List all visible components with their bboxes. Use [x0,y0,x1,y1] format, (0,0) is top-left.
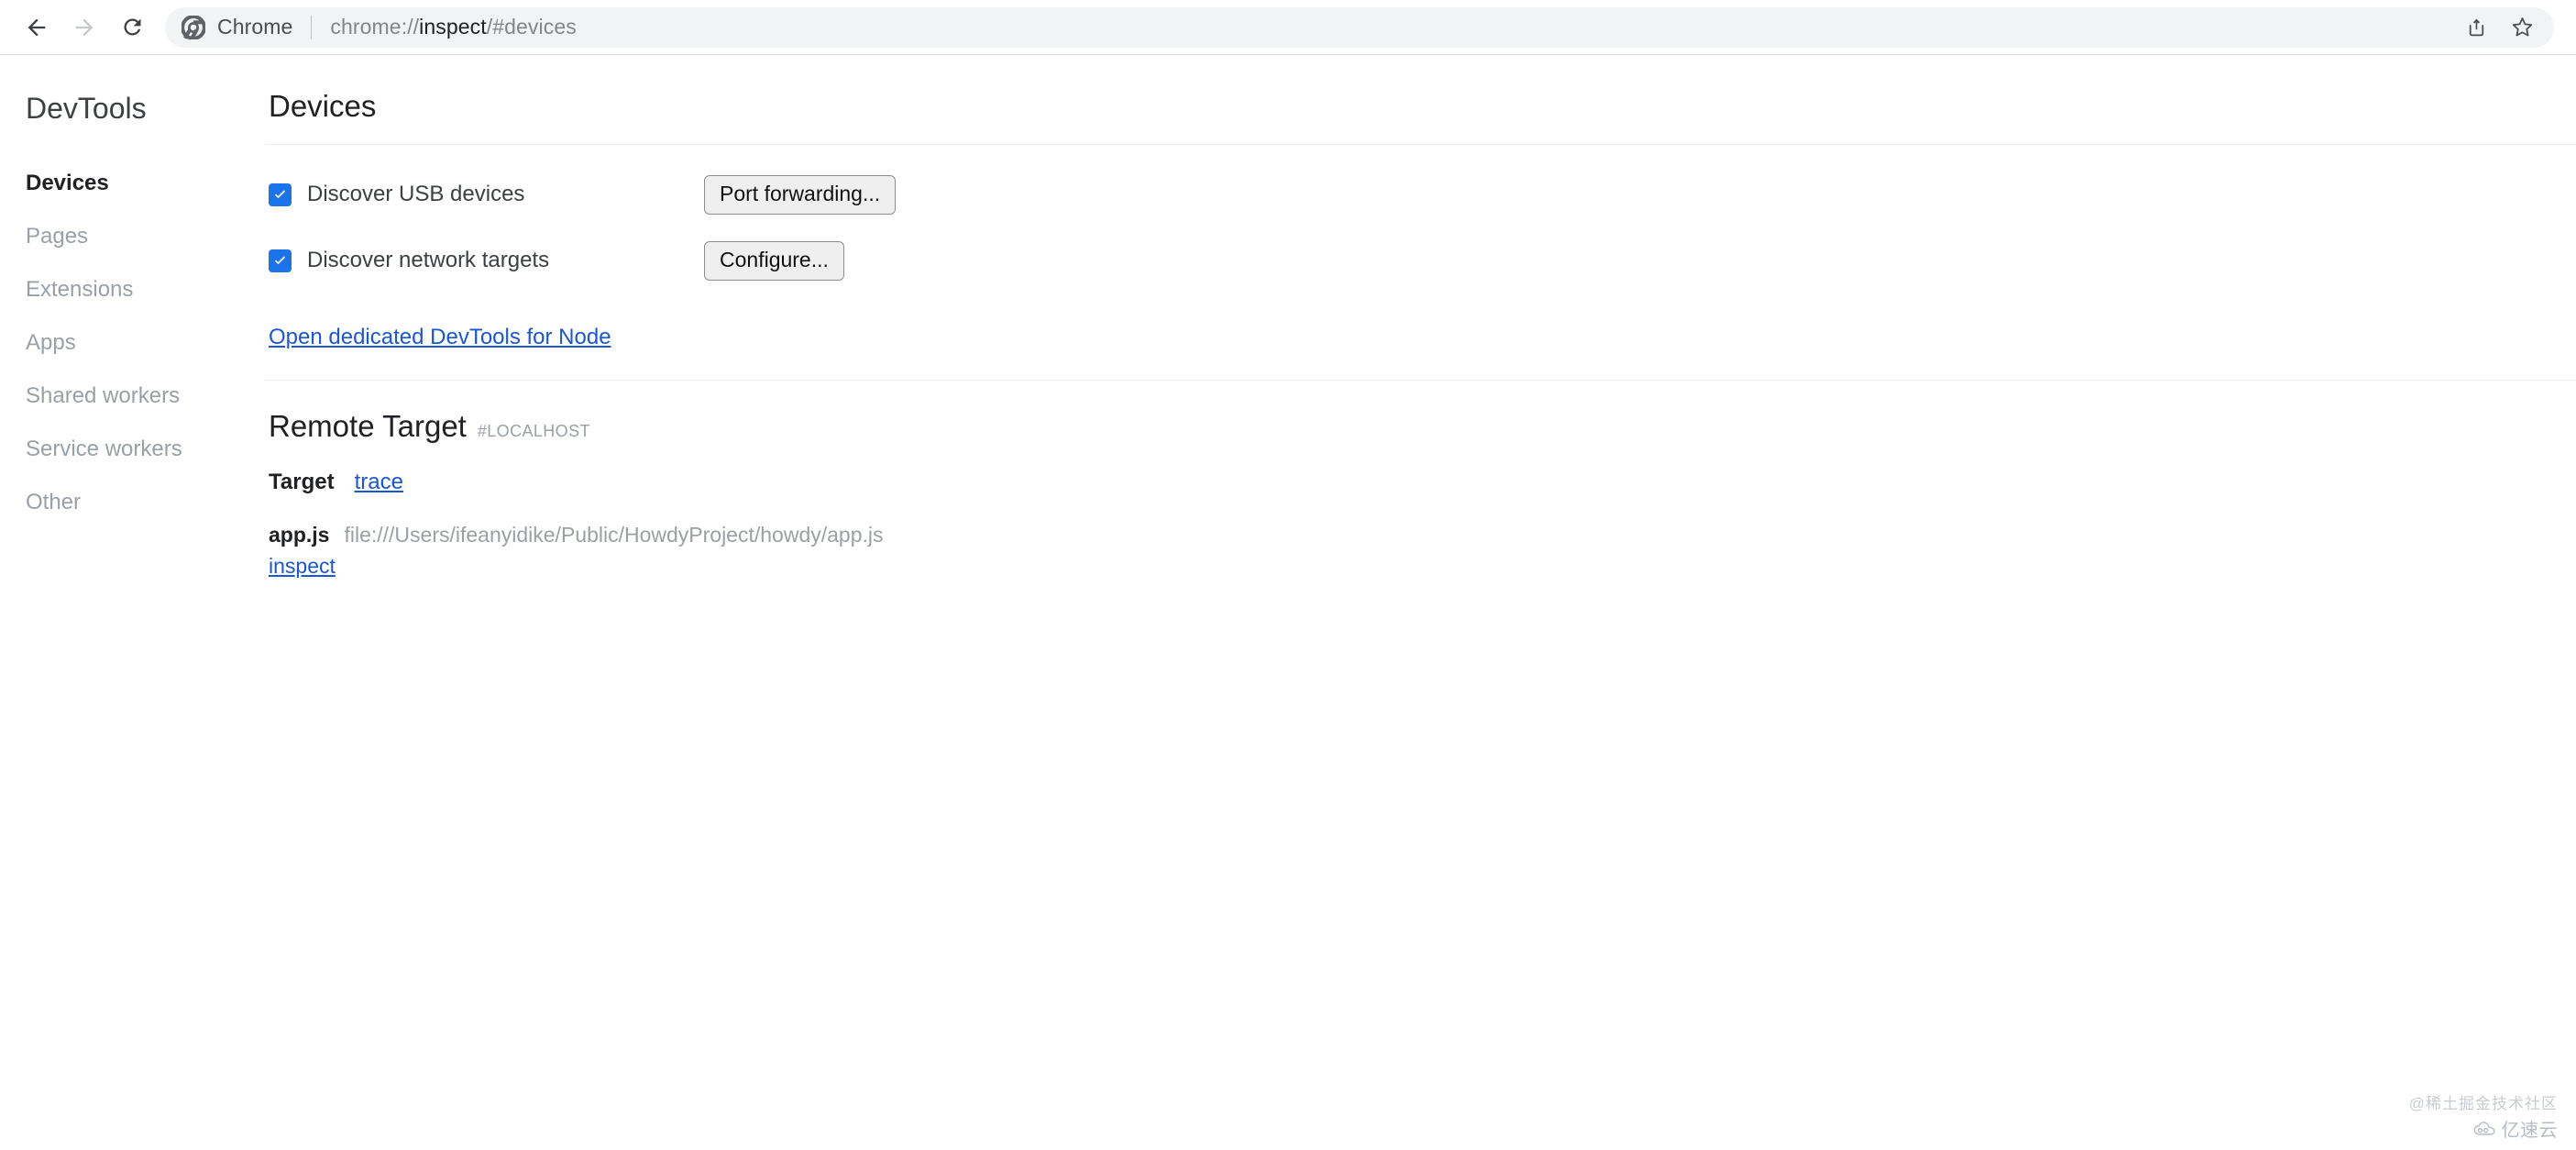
browser-toolbar: Chrome chrome://inspect/#devices [0,0,2576,55]
checkbox-checked-usb[interactable] [269,182,292,206]
arrow-left-icon [28,18,46,36]
omnibox-actions [2431,8,2541,47]
arrow-right-icon [75,18,94,36]
checkbox-checked-network[interactable] [269,249,292,272]
url-path: /#devices [486,15,577,39]
discovery-section: Discover USB devices Port forwarding... … [265,145,2576,380]
port-forwarding-button[interactable]: Port forwarding... [704,174,897,215]
option-row-usb: Discover USB devices Port forwarding... [265,169,2576,220]
sidebar-item-devices[interactable]: Devices [0,157,265,210]
target-entry-name: app.js [269,522,330,547]
url-text: chrome://inspect/#devices [330,15,2431,39]
site-name-chip: Chrome [217,15,293,39]
target-entry-path: file:///Users/ifeanyidike/Public/HowdyPr… [344,522,884,547]
target-entry-header: app.js file:///Users/ifeanyidike/Public/… [269,523,2576,547]
page-body: DevTools Devices Pages Extensions Apps S… [0,55,2576,1149]
check-icon [274,190,286,199]
main-content: Devices Discover USB devices Port forwar… [265,55,2576,1149]
sidebar-item-pages[interactable]: Pages [0,210,265,263]
target-entry: app.js file:///Users/ifeanyidike/Public/… [265,523,2576,579]
option-row-network: Discover network targets Configure... [265,235,2576,286]
option-label-usb: Discover USB devices [307,182,525,207]
reload-button[interactable] [108,4,156,51]
share-icon [2469,18,2483,37]
address-bar[interactable]: Chrome chrome://inspect/#devices [165,6,2554,48]
back-button[interactable] [13,4,61,51]
option-label-network: Discover network targets [307,248,550,273]
remote-target-host-tag: #LOCALHOST [477,422,590,441]
check-icon [274,256,286,265]
inspect-link[interactable]: inspect [269,554,336,579]
devtools-brand: DevTools [26,92,147,125]
sidebar-item-service-workers[interactable]: Service workers [0,423,265,476]
page-title: Devices [269,89,377,123]
sidebar-item-extensions[interactable]: Extensions [0,263,265,316]
share-button[interactable] [2457,8,2495,47]
remote-target-section: Remote Target #LOCALHOST Target trace ap… [265,409,2576,579]
open-dedicated-devtools-for-node-link[interactable]: Open dedicated DevTools for Node [265,325,611,350]
omnibox-separator [311,15,313,39]
sidebar-item-shared-workers[interactable]: Shared workers [0,370,265,423]
target-label: Target [269,469,335,494]
reload-icon [123,18,140,36]
star-icon [2512,17,2532,37]
sidebar: DevTools Devices Pages Extensions Apps S… [0,55,265,1149]
forward-button[interactable] [61,4,108,51]
target-row: Target trace [265,470,2576,495]
configure-button[interactable]: Configure... [704,240,844,281]
chrome-logo-icon [182,15,205,39]
discover-network-targets-checkbox[interactable]: Discover network targets [265,248,704,273]
divider-remote-target [265,380,2576,381]
bookmark-button[interactable] [2503,8,2541,47]
url-scheme: chrome:// [330,15,420,39]
sidebar-nav: Devices Pages Extensions Apps Shared wor… [0,157,265,529]
discover-usb-devices-checkbox[interactable]: Discover USB devices [265,182,704,207]
sidebar-item-other[interactable]: Other [0,476,265,529]
remote-target-heading: Remote Target #LOCALHOST [265,409,2576,444]
trace-link[interactable]: trace [355,470,403,495]
url-host: inspect [419,15,487,39]
sidebar-item-apps[interactable]: Apps [0,316,265,370]
remote-target-title: Remote Target [269,409,467,444]
